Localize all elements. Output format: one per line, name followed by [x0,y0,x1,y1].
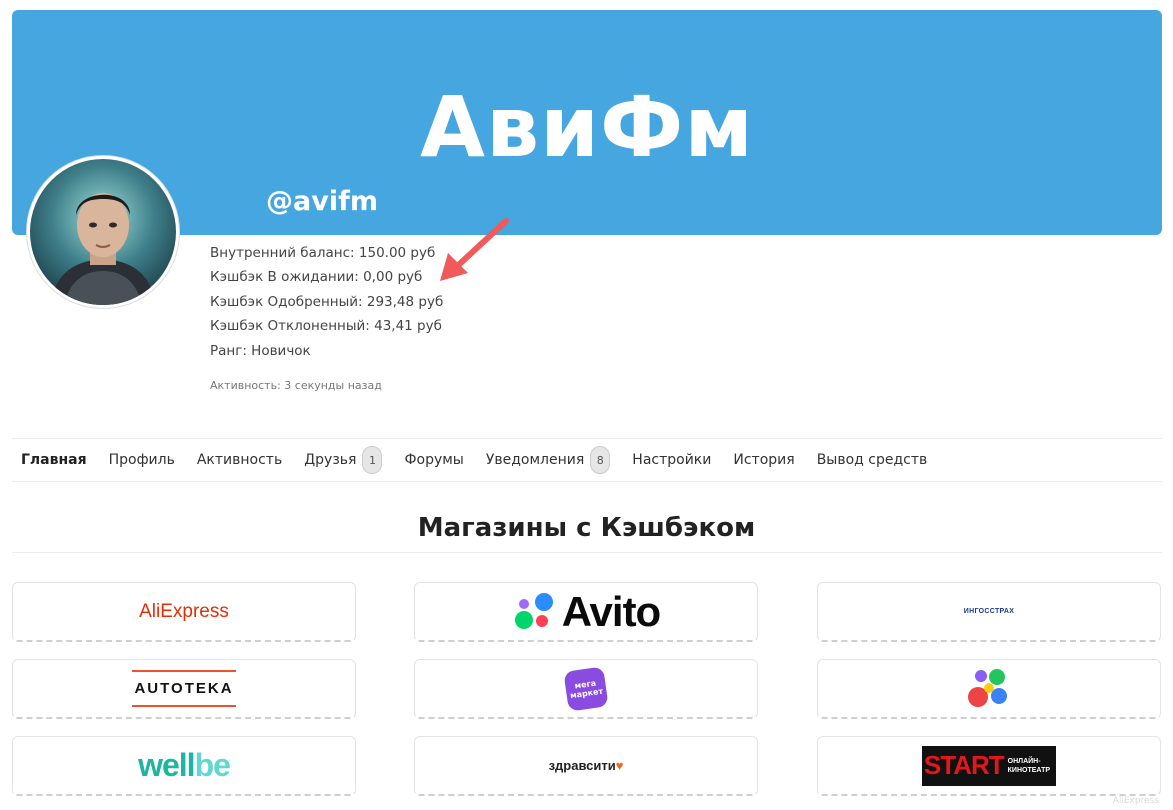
friends-count-badge: 1 [362,446,383,474]
notifications-count-badge: 8 [590,446,611,474]
wellbe-logo: wellbe [138,747,231,783]
nav-activity[interactable]: Активность [197,452,282,468]
avito-dots-icon [514,592,553,629]
colored-dots-logo-icon [968,668,1007,707]
internal-balance: Внутренний баланс: 150.00 руб [210,245,436,261]
profile-nav: Главная Профиль Активность Друзья 1 Форум… [12,438,1162,482]
zdravcity-logo: здравсити♥ [548,758,624,773]
nav-settings[interactable]: Настройки [632,452,711,468]
megamarket-logo: мега маркет [563,665,609,712]
shop-card-zdravcity[interactable]: здравсити♥ [414,736,758,796]
nav-withdraw[interactable]: Вывод средств [817,452,928,468]
shop-card-autoteka[interactable]: AUTOTEKA [12,659,356,719]
shop-card-start[interactable]: START ОНЛАЙН- КИНОТЕАТР [817,736,1161,796]
annotation-arrow-icon [440,218,509,281]
shop-card-dots-brand[interactable] [817,659,1161,719]
nav-profile[interactable]: Профиль [109,452,175,468]
cashback-pending: Кэшбэк В ожидании: 0,00 руб [210,269,423,286]
aliexpress-logo: AliExpress [139,600,229,622]
cover-title: АвиФм [420,78,754,176]
nav-history[interactable]: История [733,452,794,468]
last-activity: Активность: 3 секунды назад [210,379,382,392]
cashback-rejected: Кэшбэк Отклоненный: 43,41 руб [210,318,442,335]
profile-cover: АвиФм @avifm [12,10,1162,235]
autoteka-logo: AUTOTEKA [132,670,236,707]
shop-card-wellbe[interactable]: wellbe [12,736,356,796]
shop-card-megamarket[interactable]: мега маркет [414,659,758,719]
user-stats: Внутренний баланс: 150.00 руб Кэшбэк В о… [210,241,443,363]
avito-logo: Avito [512,588,661,636]
heart-icon: ♥ [615,758,624,773]
cashback-approved: Кэшбэк Одобренный: 293,48 руб [210,293,444,310]
start-logo: START ОНЛАЙН- КИНОТЕАТР [921,745,1057,786]
nav-notifications[interactable]: Уведомления 8 [486,446,611,474]
shops-section-title: Магазины с Кэшбэком [417,513,756,543]
user-rank: Ранг: Новичок [210,342,311,359]
nav-friends[interactable]: Друзья 1 [304,446,383,474]
shop-card-ingosstrakh[interactable]: ИНГОССТРАХ [817,582,1161,642]
username: @avifm [266,186,378,217]
section-divider [12,552,1162,553]
nav-forums[interactable]: Форумы [404,452,463,468]
shop-card-aliexpress[interactable]: AliExpress [12,582,356,642]
avatar-image [30,159,176,305]
avatar[interactable] [26,155,180,309]
nav-main[interactable]: Главная [21,452,87,468]
shop-card-avito[interactable]: Avito [414,582,758,642]
ingosstrakh-logo: ИНГОССТРАХ [963,608,1015,615]
watermark: AliExpress [1112,796,1159,806]
